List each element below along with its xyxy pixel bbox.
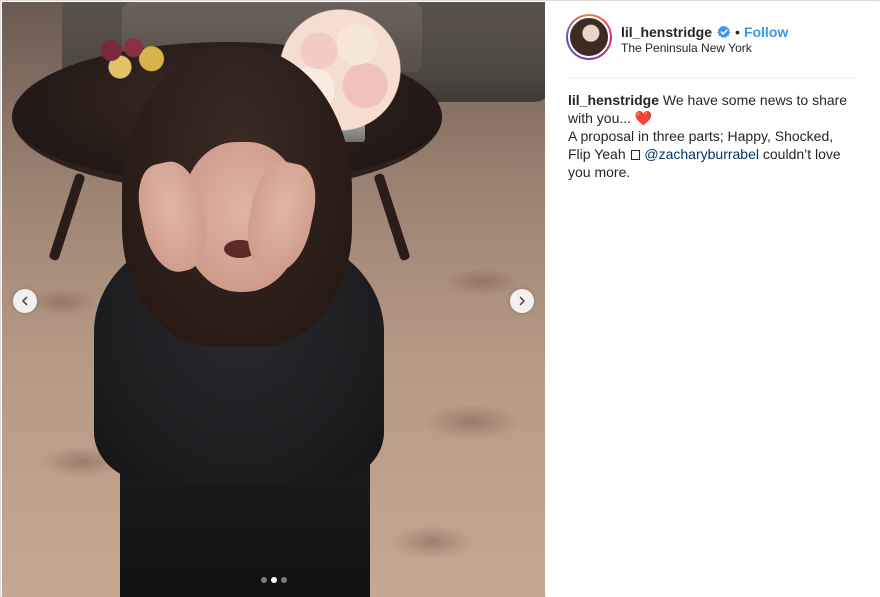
carousel-dot[interactable] xyxy=(260,577,267,583)
location-link[interactable]: The Peninsula New York xyxy=(621,41,752,55)
carousel-dots xyxy=(2,577,545,585)
photo-table-leg xyxy=(48,172,86,262)
avatar[interactable] xyxy=(568,16,610,58)
username-link[interactable]: lil_henstridge xyxy=(621,24,712,40)
follow-button[interactable]: Follow xyxy=(744,24,788,40)
heart-emoji: ❤️ xyxy=(634,110,653,126)
chevron-right-icon xyxy=(519,296,525,306)
carousel-prev-button[interactable] xyxy=(13,289,37,313)
header-separator: • xyxy=(735,24,740,40)
carousel-dot-active[interactable] xyxy=(270,577,277,583)
verified-badge-icon xyxy=(717,25,731,38)
post-details-panel: lil_henstridge • Follow The Peninsula Ne… xyxy=(546,2,880,597)
carousel-dot[interactable] xyxy=(280,577,287,583)
post-photo[interactable] xyxy=(2,2,545,597)
photo-table-leg xyxy=(373,172,411,262)
post-header: lil_henstridge • Follow The Peninsula Ne… xyxy=(566,2,856,78)
carousel-next-button[interactable] xyxy=(510,289,534,313)
user-row: lil_henstridge • Follow xyxy=(621,22,788,42)
caption-username-link[interactable]: lil_henstridge xyxy=(568,92,659,108)
missing-glyph-box xyxy=(630,150,640,160)
instagram-post: lil_henstridge • Follow The Peninsula Ne… xyxy=(0,0,880,597)
mention-link[interactable]: @zacharyburrabel xyxy=(644,146,759,162)
chevron-left-icon xyxy=(22,296,28,306)
post-caption: lil_henstridge We have some news to shar… xyxy=(568,91,858,181)
avatar-story-ring[interactable] xyxy=(566,14,612,60)
